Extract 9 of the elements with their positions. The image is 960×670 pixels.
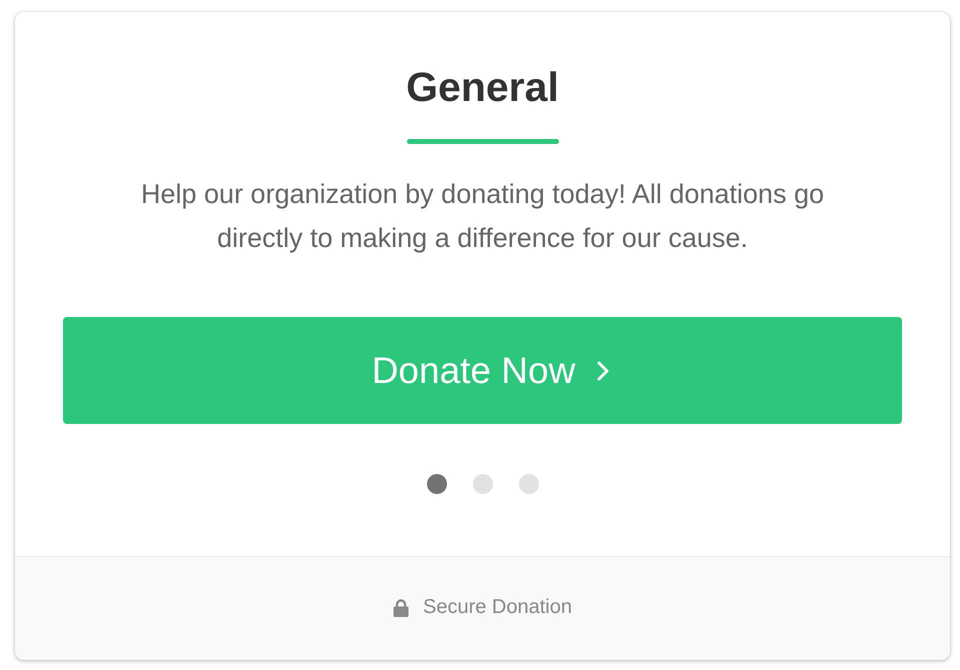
secure-donation-label: Secure Donation	[423, 596, 572, 619]
chevron-right-icon	[597, 360, 610, 380]
lock-icon	[393, 598, 409, 616]
pager-dot[interactable]	[426, 474, 446, 494]
description-text: Help our organization by donating today! All donations go directly to making a difference for our cause.	[140, 178, 825, 255]
pager-dot[interactable]	[518, 474, 538, 494]
card-title: General	[406, 63, 559, 111]
donate-button[interactable]: Donate Now	[63, 317, 902, 424]
pager-dot[interactable]	[472, 474, 492, 494]
